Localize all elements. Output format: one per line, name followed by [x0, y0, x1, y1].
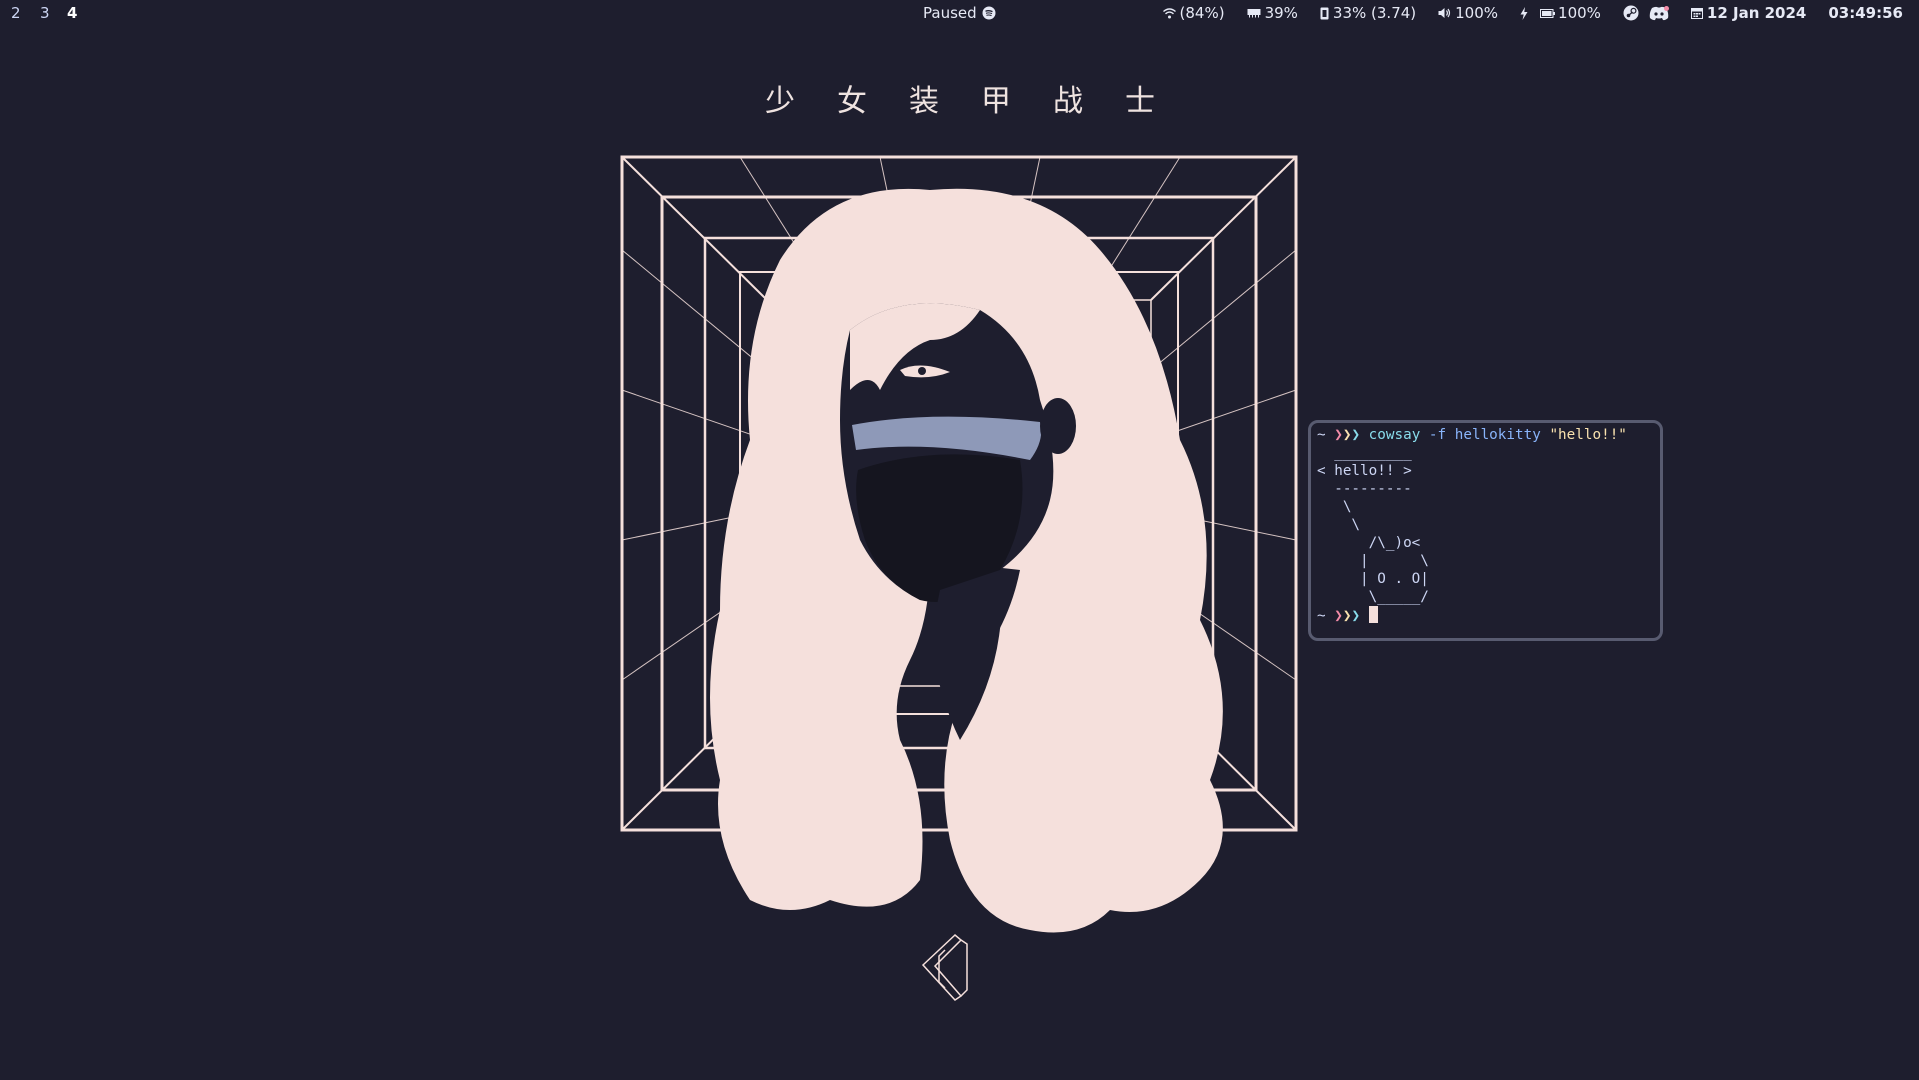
spotify-icon — [982, 6, 996, 20]
wifi-icon — [1162, 7, 1176, 19]
title-char: 女 — [837, 84, 867, 119]
workspace-3[interactable]: 3 — [40, 4, 50, 22]
cpu-module[interactable]: 33% (3.74) — [1320, 4, 1416, 22]
terminal-window[interactable]: ~ ❯❯❯ cowsay -f hellokitty "hello!!" ___… — [1308, 420, 1663, 641]
prompt-tilde: ~ — [1317, 608, 1326, 624]
output-line: \ — [1317, 499, 1352, 515]
title-char: 士 — [1125, 84, 1155, 119]
prompt-arrows: ❯❯❯ — [1334, 427, 1361, 443]
media-module[interactable]: Paused — [923, 4, 996, 22]
volume-value: 100% — [1455, 4, 1499, 22]
tray — [1623, 5, 1669, 21]
output-line: \_____/ — [1317, 589, 1429, 605]
command-line: ~ ❯❯❯ cowsay -f hellokitty "hello!!" — [1317, 426, 1654, 444]
output-line: /\_)o< — [1317, 535, 1421, 551]
wifi-value: (84%) — [1179, 4, 1225, 22]
date-value: 12 Jan 2024 — [1706, 4, 1807, 22]
workspace-4[interactable]: 4 — [67, 4, 77, 22]
input-line[interactable]: ~ ❯❯❯ — [1317, 606, 1654, 624]
top-bar: 2 3 4 Paused (84%) 39% 33% (3.74) 100% 1… — [0, 0, 1919, 28]
cpu-icon — [1320, 7, 1329, 20]
title-char: 装 — [909, 84, 939, 119]
output-line: < hello!! > — [1317, 463, 1412, 479]
discord-icon[interactable] — [1649, 5, 1669, 21]
battery-module[interactable]: 100% — [1520, 4, 1601, 22]
output-line: _________ — [1317, 445, 1412, 461]
wifi-module[interactable]: (84%) — [1162, 4, 1225, 22]
title-char: 少 — [765, 84, 795, 119]
command-name: cowsay — [1368, 427, 1421, 443]
wallpaper-artwork — [620, 155, 1298, 933]
output-line: --------- — [1317, 481, 1412, 497]
text-cursor — [1368, 606, 1378, 623]
output-line: \ — [1317, 517, 1361, 533]
workspace-2[interactable]: 2 — [11, 4, 21, 22]
prompt-arrows: ❯❯❯ — [1334, 608, 1361, 624]
volume-icon — [1438, 7, 1451, 19]
wallpaper-title: 少 女 装 甲 战 士 — [760, 76, 1160, 120]
clock-module[interactable]: 03:49:56 — [1828, 4, 1903, 22]
steam-icon[interactable] — [1623, 5, 1639, 21]
volume-module[interactable]: 100% — [1438, 4, 1498, 22]
wallpaper-logo — [921, 933, 968, 1001]
clock-value: 03:49:56 — [1828, 4, 1903, 22]
memory-module[interactable]: 39% — [1247, 4, 1298, 22]
charging-icon — [1520, 6, 1528, 20]
title-char: 甲 — [981, 84, 1011, 119]
calendar-icon — [1690, 7, 1703, 19]
cpu-value: 33% (3.74) — [1332, 4, 1417, 22]
command-args: -f hellokitty — [1428, 427, 1541, 443]
memory-icon — [1247, 8, 1261, 18]
battery-value: 100% — [1558, 4, 1601, 22]
prompt-tilde: ~ — [1317, 427, 1326, 443]
memory-value: 39% — [1264, 4, 1298, 22]
output-line: | O . O| — [1317, 571, 1429, 587]
command-string: "hello!!" — [1549, 427, 1627, 443]
title-char: 战 — [1053, 84, 1083, 119]
date-module[interactable]: 12 Jan 2024 — [1690, 4, 1807, 22]
battery-icon — [1540, 8, 1556, 18]
media-status: Paused — [923, 4, 977, 22]
output-line: | \ — [1317, 553, 1429, 569]
